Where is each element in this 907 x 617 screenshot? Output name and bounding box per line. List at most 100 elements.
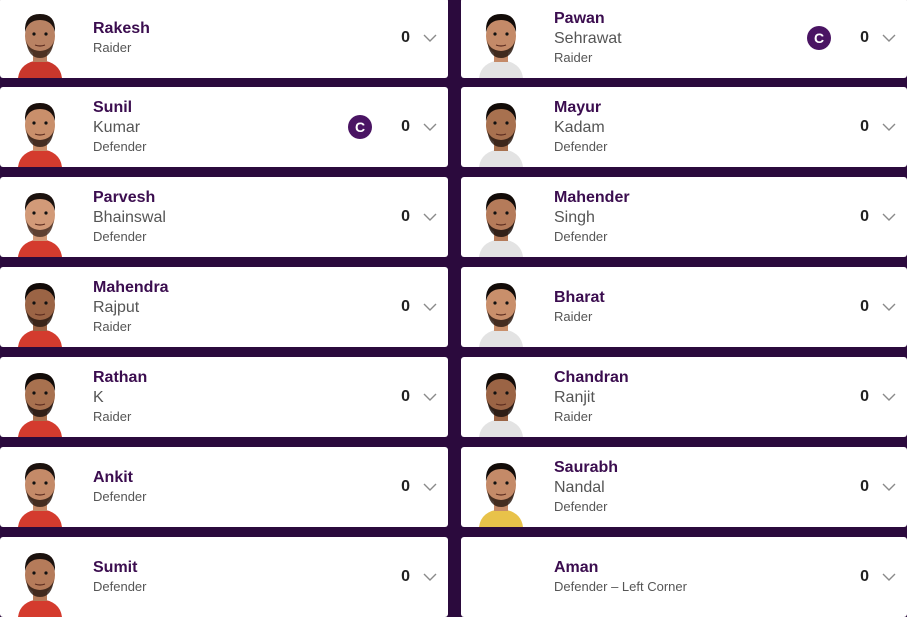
player-info: Bharat Raider [554, 288, 605, 326]
player-last-name: Singh [554, 209, 595, 226]
player-role: Raider [93, 409, 132, 424]
player-avatar [475, 365, 527, 437]
player-points: 0 [860, 29, 869, 46]
player-first-name: Sumit [93, 559, 138, 576]
player-info: Mahendra Rajput Raider [93, 278, 169, 336]
captain-badge: C [348, 115, 372, 139]
player-last-name: Kumar [93, 119, 141, 136]
player-first-name: Bharat [554, 289, 605, 306]
player-card[interactable]: Parvesh Bhainswal Defender 0 [0, 177, 448, 257]
player-points: 0 [401, 388, 410, 405]
chevron-down-icon[interactable] [881, 479, 897, 495]
player-info: Rathan K Raider [93, 368, 147, 426]
player-card[interactable]: Aman Defender – Left Corner 0 [461, 537, 907, 617]
player-first-name: Saurabh [554, 459, 619, 476]
player-points: 0 [860, 388, 869, 405]
player-role: Raider [554, 309, 593, 324]
player-card[interactable]: Sunil Kumar Defender C 0 [0, 87, 448, 167]
player-card[interactable]: Sumit Defender 0 [0, 537, 448, 617]
player-info: Sumit Defender [93, 558, 146, 596]
player-first-name: Mahendra [93, 279, 169, 296]
player-card[interactable]: Ankit Defender 0 [0, 447, 448, 527]
player-avatar [14, 545, 66, 617]
player-avatar [475, 275, 527, 347]
player-card[interactable]: Rakesh Raider 0 [0, 0, 448, 78]
player-avatar [475, 6, 527, 78]
player-last-name: Sehrawat [554, 30, 622, 47]
chevron-down-icon[interactable] [422, 30, 438, 46]
player-points: 0 [860, 478, 869, 495]
player-role: Defender [93, 579, 147, 594]
chevron-down-icon[interactable] [422, 209, 438, 225]
player-points: 0 [860, 298, 869, 315]
player-role: Defender [554, 229, 608, 244]
player-info: Pawan Sehrawat Raider [554, 9, 622, 67]
player-points: 0 [860, 118, 869, 135]
chevron-down-icon[interactable] [881, 30, 897, 46]
player-info: Ankit Defender [93, 468, 146, 506]
player-first-name: Pawan [554, 10, 605, 27]
player-last-name: Ranjit [554, 389, 595, 406]
player-points: 0 [401, 478, 410, 495]
player-card[interactable]: Mahender Singh Defender 0 [461, 177, 907, 257]
player-avatar [475, 455, 527, 527]
player-card[interactable]: Bharat Raider 0 [461, 267, 907, 347]
player-role: Raider [554, 50, 593, 65]
player-last-name: Nandal [554, 479, 605, 496]
chevron-down-icon[interactable] [881, 119, 897, 135]
player-first-name: Ankit [93, 469, 133, 486]
chevron-down-icon[interactable] [422, 299, 438, 315]
chevron-down-icon[interactable] [881, 299, 897, 315]
player-last-name: Kadam [554, 119, 605, 136]
player-role: Defender [93, 229, 147, 244]
player-role: Raider [93, 319, 132, 334]
captain-badge: C [807, 26, 831, 50]
player-first-name: Aman [554, 559, 599, 576]
chevron-down-icon[interactable] [422, 389, 438, 405]
player-info: Mahender Singh Defender [554, 188, 630, 246]
player-points: 0 [860, 568, 869, 585]
player-first-name: Sunil [93, 99, 133, 116]
player-points: 0 [401, 29, 410, 46]
player-points: 0 [401, 568, 410, 585]
player-card[interactable]: Mahendra Rajput Raider 0 [0, 267, 448, 347]
player-first-name: Mayur [554, 99, 602, 116]
player-last-name: Rajput [93, 299, 140, 316]
player-last-name: K [93, 389, 104, 406]
player-first-name: Chandran [554, 369, 629, 386]
player-points: 0 [401, 298, 410, 315]
player-avatar [14, 455, 66, 527]
player-points: 0 [860, 208, 869, 225]
player-last-name: Bhainswal [93, 209, 166, 226]
player-card[interactable]: Mayur Kadam Defender 0 [461, 87, 907, 167]
player-first-name: Rakesh [93, 20, 150, 37]
player-card[interactable]: Chandran Ranjit Raider 0 [461, 357, 907, 437]
player-info: Sunil Kumar Defender [93, 98, 146, 156]
player-role: Defender [554, 499, 608, 514]
player-info: Rakesh Raider [93, 19, 150, 57]
player-info: Mayur Kadam Defender [554, 98, 607, 156]
chevron-down-icon[interactable] [422, 119, 438, 135]
player-role: Defender [93, 139, 147, 154]
player-avatar [475, 95, 527, 167]
chevron-down-icon[interactable] [881, 389, 897, 405]
chevron-down-icon[interactable] [422, 479, 438, 495]
player-role: Defender [93, 489, 147, 504]
player-card[interactable]: Rathan K Raider 0 [0, 357, 448, 437]
player-role: Defender [554, 139, 608, 154]
player-card[interactable]: Pawan Sehrawat Raider C 0 [461, 0, 907, 78]
chevron-down-icon[interactable] [881, 569, 897, 585]
player-card[interactable]: Saurabh Nandal Defender 0 [461, 447, 907, 527]
player-avatar [14, 365, 66, 437]
player-role: Raider [93, 40, 132, 55]
player-points: 0 [401, 118, 410, 135]
player-info: Parvesh Bhainswal Defender [93, 188, 166, 246]
player-avatar [14, 275, 66, 347]
chevron-down-icon[interactable] [422, 569, 438, 585]
player-avatar [475, 185, 527, 257]
player-info: Aman Defender – Left Corner [554, 558, 687, 596]
player-avatar [475, 545, 527, 617]
player-info: Saurabh Nandal Defender [554, 458, 618, 516]
chevron-down-icon[interactable] [881, 209, 897, 225]
player-role: Defender – Left Corner [554, 579, 687, 594]
